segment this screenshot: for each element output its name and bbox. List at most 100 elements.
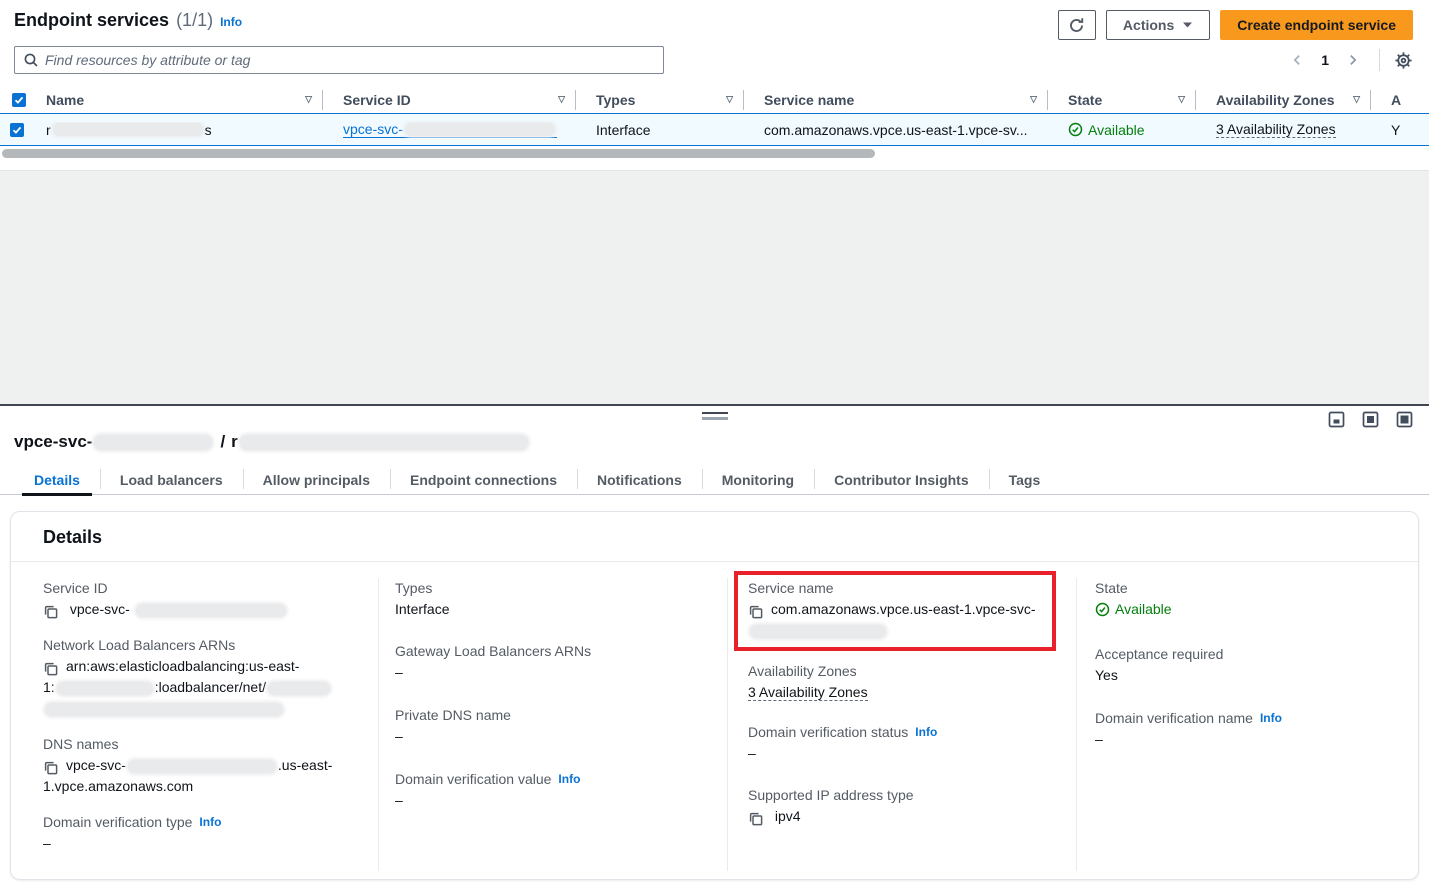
redacted-account-id — [57, 682, 153, 695]
redacted-service-id — [405, 123, 555, 136]
sort-icon[interactable]: ▽ — [1353, 94, 1360, 105]
info-link[interactable]: Info — [558, 772, 580, 786]
sort-icon[interactable]: ▽ — [558, 94, 565, 105]
column-header-partial[interactable]: A — [1379, 92, 1429, 108]
preferences-button[interactable] — [1394, 51, 1413, 70]
check-icon — [12, 125, 22, 135]
caret-down-icon — [1182, 21, 1193, 29]
current-page[interactable]: 1 — [1315, 52, 1335, 68]
column-header-service-name[interactable]: Service name ▽ — [752, 90, 1056, 110]
field-dns-names: DNS names vpce-svc-.us-east- 1.vpce.amaz… — [43, 736, 358, 797]
actions-button[interactable]: Actions — [1106, 10, 1210, 40]
horizontal-scrollbar[interactable] — [0, 149, 1429, 158]
redacted-name — [53, 123, 203, 136]
column-header-availability-zones[interactable]: Availability Zones ▽ — [1204, 90, 1379, 110]
info-link[interactable]: Info — [199, 815, 221, 829]
page-title-group: Endpoint services (1/1) Info — [14, 10, 242, 31]
row-checkbox[interactable] — [10, 123, 24, 137]
details-column-4: State Available Acceptance required Yes … — [1076, 578, 1418, 871]
copy-icon[interactable] — [43, 661, 59, 677]
create-endpoint-service-button[interactable]: Create endpoint service — [1220, 10, 1413, 40]
controls-row: 1 — [0, 46, 1429, 74]
select-all-checkbox-box[interactable] — [12, 93, 26, 107]
panel-size-medium-button[interactable] — [1362, 411, 1379, 428]
scrollbar-thumb[interactable] — [2, 149, 875, 158]
redacted-dns-id — [128, 760, 276, 773]
column-header-name[interactable]: Name ▽ — [34, 90, 331, 110]
sort-icon[interactable]: ▽ — [726, 94, 733, 105]
chevron-left-icon — [1290, 53, 1304, 67]
field-availability-zones: Availability Zones 3 Availability Zones — [748, 663, 1064, 703]
header-info-link[interactable]: Info — [220, 15, 242, 29]
tab-contributor-insights[interactable]: Contributor Insights — [814, 465, 989, 494]
panel-size-small-button[interactable] — [1328, 411, 1345, 428]
field-service-name: Service name com.amazonaws.vpce.us-east-… — [748, 580, 1042, 641]
field-supported-ip-type: Supported IP address type ipv4 — [748, 787, 1064, 827]
copy-icon[interactable] — [43, 760, 59, 776]
split-panel: vpce-svc- / r Details Load balancers All… — [0, 404, 1429, 884]
info-link[interactable]: Info — [915, 725, 937, 739]
tab-tags[interactable]: Tags — [989, 465, 1061, 494]
copy-icon[interactable] — [748, 811, 764, 827]
az-popover-trigger[interactable]: 3 Availability Zones — [748, 684, 868, 701]
actions-button-label: Actions — [1123, 17, 1174, 33]
az-popover-trigger[interactable]: 3 Availability Zones — [1216, 121, 1336, 138]
service-id-link[interactable]: vpce-svc- — [343, 121, 557, 138]
panel-layout-controls — [1328, 411, 1413, 428]
sort-icon[interactable]: ▽ — [1178, 94, 1185, 105]
empty-area — [0, 170, 1429, 404]
refresh-button[interactable] — [1058, 10, 1096, 40]
copy-icon[interactable] — [748, 604, 764, 620]
panel-tabs: Details Load balancers Allow principals … — [0, 465, 1429, 495]
row-service-id-cell: vpce-svc- — [331, 121, 584, 138]
search-input[interactable] — [45, 52, 655, 68]
panel-size-large-button[interactable] — [1396, 411, 1413, 428]
pager-divider — [1379, 49, 1380, 71]
column-header-service-id[interactable]: Service ID ▽ — [331, 90, 584, 110]
tab-load-balancers[interactable]: Load balancers — [100, 465, 243, 494]
tab-endpoint-connections[interactable]: Endpoint connections — [390, 465, 577, 494]
field-domain-verification-status: Domain verification statusInfo – — [748, 724, 1064, 764]
tab-details[interactable]: Details — [14, 465, 100, 494]
toolbar: Actions Create endpoint service — [1058, 10, 1413, 40]
panel-drag-handle[interactable] — [702, 412, 728, 420]
row-state-text: Available — [1088, 122, 1145, 138]
tab-monitoring[interactable]: Monitoring — [702, 465, 814, 494]
info-link[interactable]: Info — [1260, 711, 1282, 725]
status-available-icon — [1068, 122, 1083, 137]
page-title: Endpoint services — [14, 10, 169, 31]
field-private-dns-name: Private DNS name – — [395, 707, 711, 747]
search-box[interactable] — [14, 46, 664, 74]
sort-icon[interactable]: ▽ — [305, 94, 312, 105]
panel-title: vpce-svc- / r — [14, 432, 1429, 452]
row-types-cell: Interface — [584, 122, 752, 138]
redacted-title-id — [94, 435, 212, 450]
previous-page-button[interactable] — [1285, 48, 1309, 72]
check-icon — [14, 95, 24, 105]
redacted-detail-service-id — [136, 604, 286, 617]
tab-allow-principals[interactable]: Allow principals — [243, 465, 390, 494]
chevron-right-icon — [1346, 53, 1360, 67]
row-partial-cell: Y — [1379, 122, 1429, 138]
column-header-types[interactable]: Types ▽ — [584, 90, 752, 110]
sort-icon[interactable]: ▽ — [1030, 94, 1037, 105]
row-name-cell: r s — [34, 122, 331, 138]
field-types: Types Interface — [395, 580, 711, 620]
status-available-icon — [1095, 602, 1110, 617]
details-body: Service ID vpce-svc- Network Load Balanc… — [11, 562, 1418, 871]
field-state: State Available — [1095, 580, 1418, 623]
redacted-arn-tail — [45, 703, 283, 716]
pagination: 1 — [1285, 48, 1413, 72]
gear-icon — [1394, 51, 1413, 70]
table-row[interactable]: r s vpce-svc- Interface com.amazonaws.vp… — [0, 113, 1429, 146]
redacted-lb-name — [268, 682, 330, 695]
row-checkbox-cell[interactable] — [0, 123, 34, 137]
select-all-checkbox[interactable] — [0, 93, 34, 107]
field-glb-arns: Gateway Load Balancers ARNs – — [395, 643, 711, 683]
field-domain-verification-type: Domain verification typeInfo – — [43, 814, 358, 854]
copy-icon[interactable] — [43, 604, 59, 620]
next-page-button[interactable] — [1341, 48, 1365, 72]
column-header-state[interactable]: State ▽ — [1056, 90, 1204, 110]
details-heading: Details — [43, 527, 1386, 548]
tab-notifications[interactable]: Notifications — [577, 465, 702, 494]
